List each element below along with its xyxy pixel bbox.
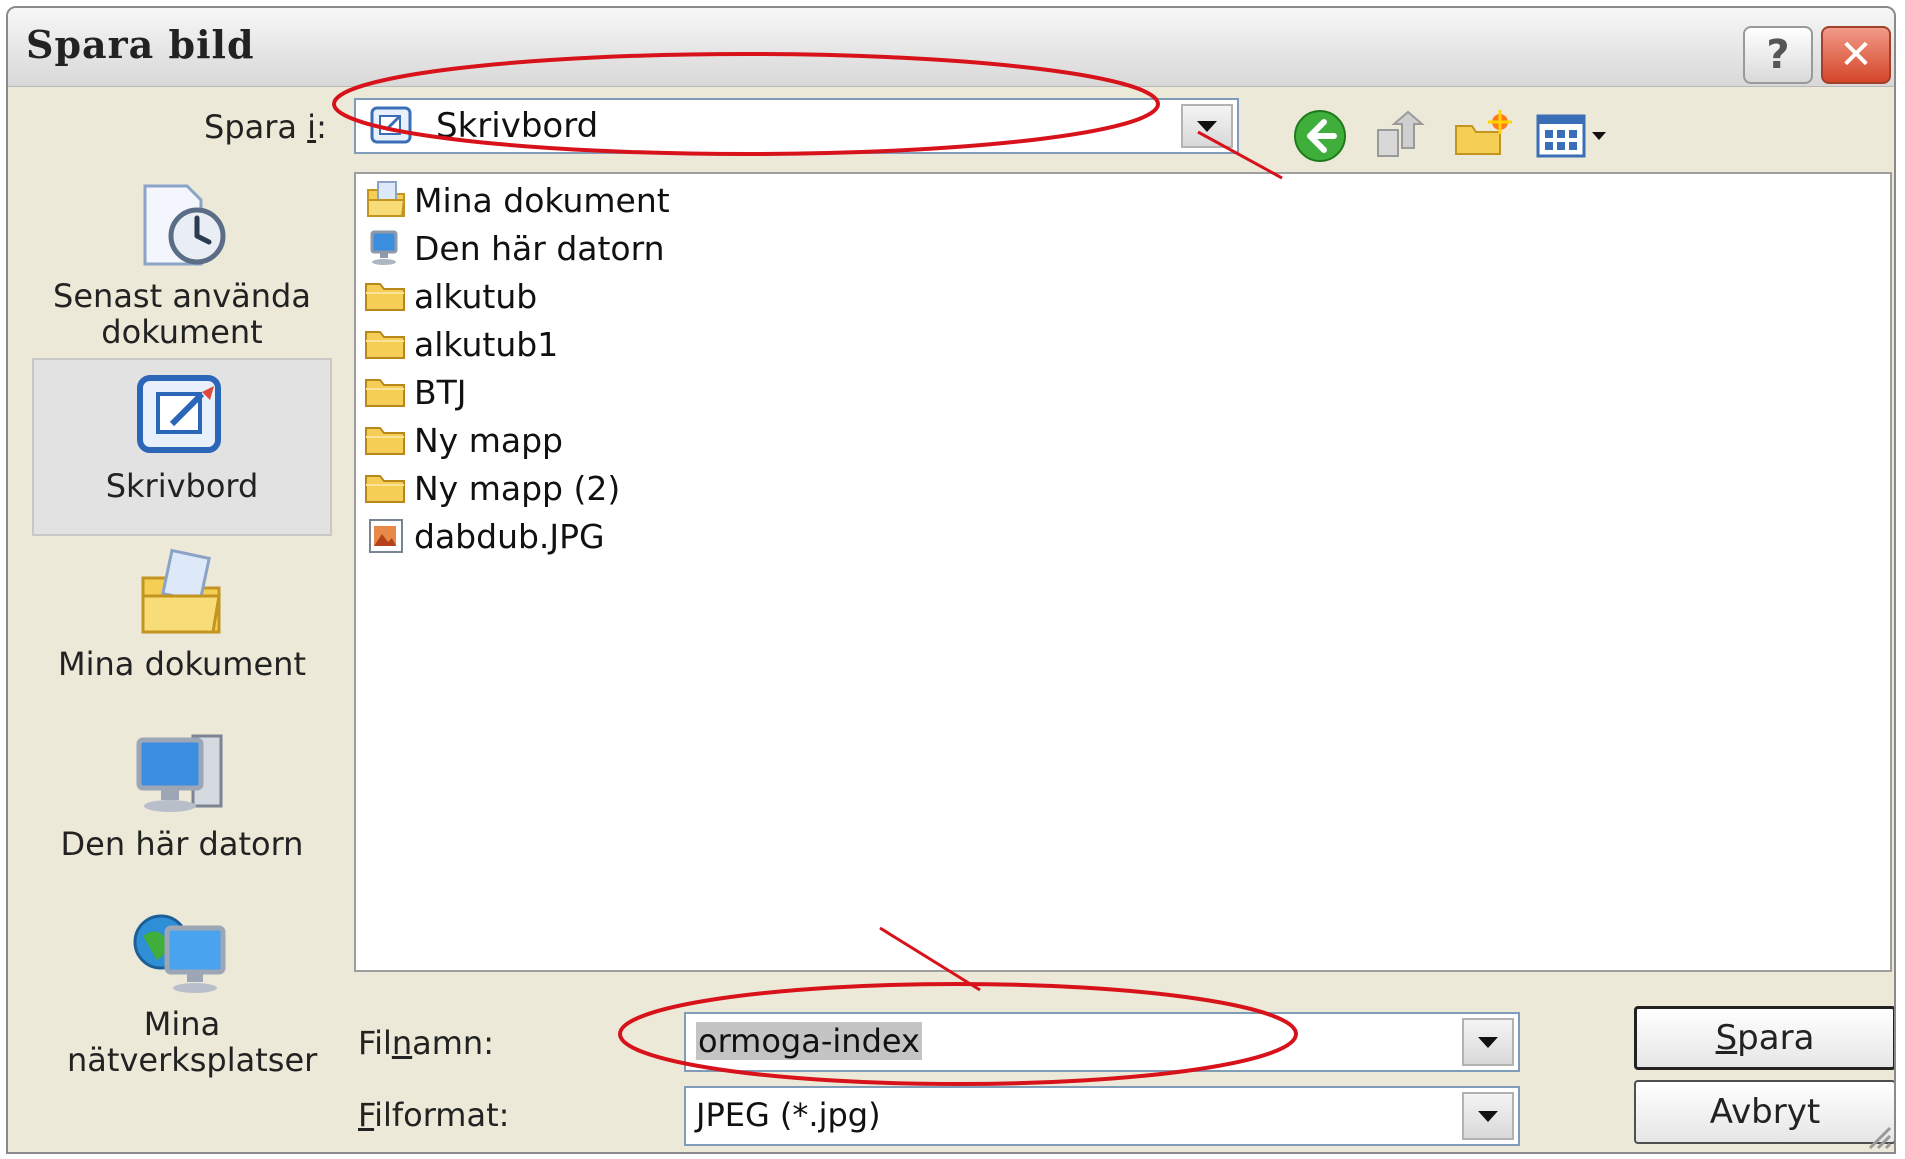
places-bar: Senast använda dokument Skrivbord Mina d… bbox=[32, 168, 332, 1078]
resize-grip-icon[interactable] bbox=[1862, 1120, 1892, 1150]
filetype-value: JPEG (*.jpg) bbox=[696, 1096, 881, 1134]
desktop-icon bbox=[370, 106, 412, 144]
file-name: Ny mapp bbox=[414, 420, 563, 460]
file-item-folder[interactable]: Ny mapp bbox=[364, 418, 563, 462]
save-button[interactable]: Spara bbox=[1634, 1006, 1894, 1070]
save-in-label-suffix: : bbox=[316, 108, 327, 146]
my-documents-icon bbox=[141, 548, 221, 634]
help-button[interactable]: ? bbox=[1743, 26, 1813, 84]
file-name: alkutub bbox=[414, 276, 538, 316]
file-item-folder[interactable]: alkutub1 bbox=[364, 322, 558, 366]
back-icon[interactable] bbox=[1292, 108, 1348, 164]
place-network-places[interactable]: Mina nätverksplatser bbox=[32, 908, 332, 1078]
place-my-documents-label: Mina dokument bbox=[58, 645, 306, 683]
filetype-label-post: ilformat: bbox=[374, 1096, 510, 1134]
file-item-folder[interactable]: alkutub bbox=[364, 274, 537, 318]
view-menu-icon[interactable] bbox=[1534, 108, 1614, 164]
file-name: Mina dokument bbox=[414, 180, 670, 220]
save-button-accel: S bbox=[1715, 1018, 1738, 1058]
folder-icon bbox=[365, 283, 405, 311]
place-recent-documents-label: Senast använda dokument bbox=[53, 277, 311, 351]
file-name: Ny mapp (2) bbox=[414, 468, 621, 508]
my-computer-icon bbox=[370, 230, 398, 265]
place-recent-documents[interactable]: Senast använda dokument bbox=[32, 180, 332, 350]
file-name: BTJ bbox=[414, 372, 467, 412]
close-button[interactable]: ✕ bbox=[1821, 26, 1891, 84]
filetype-dropdown-button[interactable] bbox=[1462, 1092, 1514, 1140]
place-my-documents[interactable]: Mina dokument bbox=[32, 548, 332, 682]
folder-icon bbox=[365, 379, 405, 407]
place-network-places-label: Mina nätverksplatser bbox=[67, 1005, 318, 1079]
file-item-image[interactable]: dabdub.JPG bbox=[364, 514, 605, 558]
place-desktop-label: Skrivbord bbox=[105, 467, 259, 505]
save-button-label: para bbox=[1737, 1018, 1815, 1058]
filetype-label: Filformat: bbox=[358, 1096, 509, 1134]
place-my-computer[interactable]: Den här datorn bbox=[32, 728, 332, 862]
file-name: Den här datorn bbox=[414, 228, 665, 268]
recent-documents-icon bbox=[143, 184, 226, 266]
file-item-my-documents[interactable]: Mina dokument bbox=[364, 178, 670, 222]
file-item-my-computer[interactable]: Den här datorn bbox=[364, 226, 665, 270]
my-documents-icon bbox=[367, 181, 406, 217]
filename-input[interactable]: ormoga-index bbox=[696, 1022, 922, 1060]
folder-icon bbox=[365, 331, 405, 359]
file-name: alkutub1 bbox=[414, 324, 559, 364]
image-file-icon bbox=[369, 519, 403, 553]
save-in-label: Spara i: bbox=[204, 108, 327, 146]
place-desktop[interactable]: Skrivbord bbox=[32, 358, 332, 536]
filename-label-pre: Fil bbox=[358, 1024, 392, 1062]
new-folder-icon[interactable] bbox=[1452, 108, 1512, 164]
save-in-value: Skrivbord bbox=[436, 106, 599, 146]
save-in-combo[interactable]: Skrivbord bbox=[354, 98, 1239, 154]
save-in-label-prefix: Spara bbox=[204, 108, 308, 146]
close-icon: ✕ bbox=[1839, 32, 1873, 78]
filename-label: Filnamn: bbox=[358, 1024, 494, 1062]
dialog-title: Spara bild bbox=[26, 22, 255, 67]
help-label: ? bbox=[1766, 32, 1790, 78]
file-list[interactable]: Mina dokument Den här datorn alkutub alk… bbox=[354, 172, 1892, 972]
save-image-dialog: Spara bild ? ✕ Spara i: Skrivbord Senast… bbox=[6, 6, 1896, 1154]
file-item-folder[interactable]: BTJ bbox=[364, 370, 467, 414]
filename-label-accel: n bbox=[391, 1024, 413, 1062]
desktop-icon bbox=[137, 375, 221, 453]
save-in-dropdown-button[interactable] bbox=[1181, 104, 1233, 148]
save-in-label-accel: i bbox=[307, 108, 317, 146]
filetype-label-accel: F bbox=[358, 1096, 375, 1134]
place-my-computer-label: Den här datorn bbox=[60, 825, 304, 863]
up-folder-icon[interactable] bbox=[1372, 108, 1428, 164]
filename-dropdown-button[interactable] bbox=[1462, 1018, 1514, 1066]
folder-icon bbox=[365, 475, 405, 503]
file-name: dabdub.JPG bbox=[414, 516, 605, 556]
filename-label-post: amn: bbox=[412, 1024, 494, 1062]
cancel-button[interactable]: Avbryt bbox=[1634, 1080, 1894, 1144]
my-computer-icon bbox=[136, 734, 223, 812]
title-bar[interactable]: Spara bild ? ✕ bbox=[8, 8, 1894, 87]
file-item-folder[interactable]: Ny mapp (2) bbox=[364, 466, 620, 510]
folder-icon bbox=[365, 427, 405, 455]
filename-combo[interactable]: ormoga-index bbox=[684, 1012, 1520, 1072]
filetype-combo[interactable]: JPEG (*.jpg) bbox=[684, 1086, 1520, 1146]
network-places-icon bbox=[133, 914, 226, 993]
cancel-button-label: Avbryt bbox=[1709, 1092, 1821, 1132]
